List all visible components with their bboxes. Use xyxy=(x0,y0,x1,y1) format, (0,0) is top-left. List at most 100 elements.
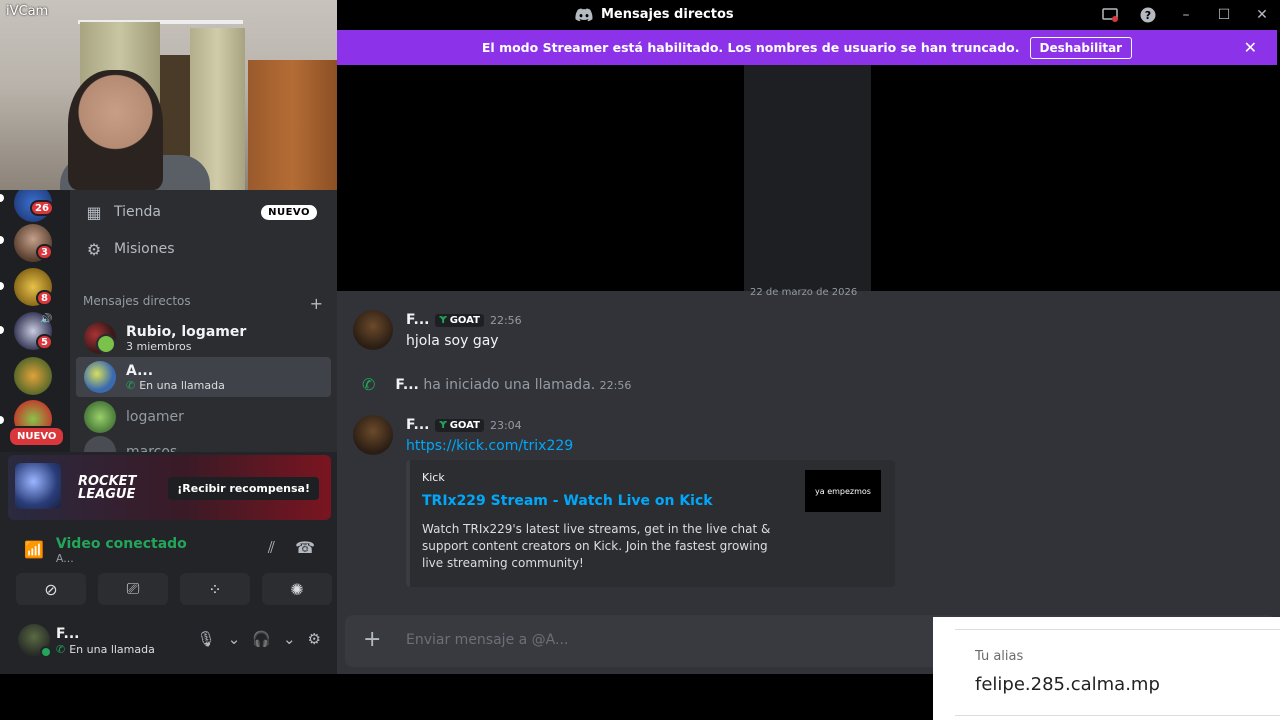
chevron-down-icon[interactable]: ⌄ xyxy=(228,630,241,648)
message-text: hjola soy gay xyxy=(406,333,499,349)
soundboard-icon: ✺ xyxy=(290,579,304,599)
title-center: Mensajes directos xyxy=(575,7,734,22)
alias-label: Tu alias xyxy=(975,649,1024,664)
alias-popup: Tu alias felipe.285.calma.mp xyxy=(933,617,1280,720)
settings-gear-icon[interactable]: ⚙ xyxy=(308,630,321,648)
dm-item[interactable]: logamer xyxy=(76,397,331,437)
server-badge-3: 8 xyxy=(36,290,53,306)
background-door xyxy=(248,60,337,190)
server-icon-5[interactable] xyxy=(14,357,52,395)
link-embed: Kick TRIx229 Stream - Watch Live on Kick… xyxy=(406,460,895,587)
person-head xyxy=(68,70,163,190)
camera-off-icon: ⊘ xyxy=(44,579,58,599)
user-panel: F... ✆ En una llamada 🎙 ⌄ 🎧 ⌄ ⚙ xyxy=(0,610,337,674)
dm-call-status: ✆ En una llamada xyxy=(126,379,225,392)
goat-tag: Ɏ GOAT xyxy=(435,313,484,327)
message-author[interactable]: F... xyxy=(406,417,429,433)
close-window-icon[interactable]: ✕ xyxy=(1252,5,1272,25)
banner-close-icon[interactable]: ✕ xyxy=(1244,38,1257,57)
voice-actions: ⫽ ☎ xyxy=(268,538,315,558)
discord-window: iVCam Mensajes directos ? – ☐ ✕ El modo … xyxy=(0,0,1280,720)
voice-title[interactable]: Video conectado xyxy=(56,536,187,552)
dm-item-group[interactable]: Rubio, logamer 3 miembros xyxy=(76,318,331,358)
screen-share-button[interactable]: ⎚ xyxy=(98,573,168,605)
server-badge-4: 5 xyxy=(36,334,53,350)
disconnect-icon[interactable]: ☎ xyxy=(295,538,315,558)
title-bar: Mensajes directos ? – ☐ ✕ xyxy=(337,0,1280,30)
embed-provider[interactable]: Kick xyxy=(422,471,445,484)
claim-reward-button[interactable]: ¡Recibir recompensa! xyxy=(168,477,319,500)
user-name: F... xyxy=(56,626,80,642)
video-tile[interactable] xyxy=(744,65,871,291)
divider xyxy=(955,629,1280,630)
activities-button[interactable]: ⁘ xyxy=(180,573,250,605)
chevron-down-icon[interactable]: ⌄ xyxy=(283,630,296,648)
create-dm-icon[interactable]: + xyxy=(310,294,323,313)
dm-name: marcos xyxy=(126,444,178,452)
tag-icon: Ɏ xyxy=(439,419,447,431)
attach-plus-icon[interactable]: + xyxy=(363,627,381,652)
server-badge-2: 3 xyxy=(36,244,53,260)
message-author[interactable]: F... xyxy=(406,312,429,328)
dm-sub: 3 miembros xyxy=(126,339,192,353)
promo-logo: ROCKET LEAGUE xyxy=(78,475,136,501)
dm-avatar xyxy=(84,361,116,393)
window-title: Mensajes directos xyxy=(601,7,734,22)
noise-suppression-icon[interactable]: ⫽ xyxy=(268,538,275,558)
nav-store-label: Tienda xyxy=(114,204,161,220)
system-author[interactable]: F... xyxy=(395,377,418,393)
phone-icon: ✆ xyxy=(56,643,66,656)
microphone-icon[interactable]: 🎙 xyxy=(197,630,216,648)
embed-thumbnail[interactable]: ya empezmos xyxy=(805,470,881,512)
server-unread-pill xyxy=(0,194,4,202)
headphones-icon[interactable]: 🎧 xyxy=(252,630,271,648)
system-timestamp: 22:56 xyxy=(599,378,632,392)
message-link[interactable]: https://kick.com/trix229 xyxy=(406,438,573,454)
message-header: F... Ɏ GOAT 23:04 xyxy=(406,417,522,433)
nav-quests-label: Misiones xyxy=(114,241,175,257)
group-avatar xyxy=(84,322,116,354)
dm-section-header: Mensajes directos + xyxy=(83,294,323,313)
banner-text: El modo Streamer está habilitado. Los no… xyxy=(481,40,1020,55)
voice-connection: 📶 Video conectado A... xyxy=(24,536,187,565)
server-unread-pill xyxy=(0,282,4,290)
dm-item[interactable]: marcos xyxy=(76,432,331,452)
webcam-label: iVCam xyxy=(6,4,49,19)
message-input[interactable]: Enviar mensaje a @A... xyxy=(406,632,568,648)
nav-quests[interactable]: ⚙ Misiones xyxy=(84,239,175,259)
dm-sidebar: ▦ Tienda NUEVO ⚙ Misiones Mensajes direc… xyxy=(70,190,337,452)
screen-share-status-icon[interactable] xyxy=(1100,5,1120,25)
help-icon[interactable]: ? xyxy=(1138,5,1158,25)
dm-item-active[interactable]: A... ✆ En una llamada xyxy=(76,357,331,397)
nav-store[interactable]: ▦ Tienda xyxy=(84,202,161,222)
phone-icon: ✆ xyxy=(126,378,136,392)
camera-off-button[interactable]: ⊘ xyxy=(16,573,86,605)
embed-title[interactable]: TRIx229 Stream - Watch Live on Kick xyxy=(422,493,713,509)
voice-buttons: ⊘ ⎚ ⁘ ✺ xyxy=(16,573,332,605)
svg-text:?: ? xyxy=(1145,9,1151,22)
maximize-icon[interactable]: ☐ xyxy=(1214,5,1234,25)
dm-name: Rubio, logamer xyxy=(126,323,247,340)
goat-tag: Ɏ GOAT xyxy=(435,418,484,432)
soundboard-button[interactable]: ✺ xyxy=(262,573,332,605)
message-header: F... Ɏ GOAT 22:56 xyxy=(406,312,522,328)
promo-banner[interactable]: ROCKET LEAGUE ¡Recibir recompensa! xyxy=(8,455,331,520)
activities-icon: ⁘ xyxy=(208,579,222,599)
date-divider: 22 de marzo de 2026 xyxy=(750,287,858,298)
alias-value[interactable]: felipe.285.calma.mp xyxy=(975,674,1160,695)
screen-share-icon: ⎚ xyxy=(126,579,140,598)
signal-icon: 📶 xyxy=(24,540,44,559)
online-status-dot xyxy=(40,646,52,658)
minimize-icon[interactable]: – xyxy=(1176,5,1196,25)
message-avatar[interactable] xyxy=(353,415,393,455)
message-avatar[interactable] xyxy=(353,310,393,350)
system-message: ✆ F... ha iniciado una llamada. 22:56 xyxy=(362,375,631,394)
message-timestamp: 23:04 xyxy=(489,418,522,432)
disable-streamer-button[interactable]: Deshabilitar xyxy=(1029,36,1133,59)
dm-avatar xyxy=(84,436,116,452)
dm-section-title: Mensajes directos xyxy=(83,294,191,308)
store-icon: ▦ xyxy=(86,202,102,222)
video-call-area xyxy=(337,65,1280,291)
server-unread-pill xyxy=(0,326,4,334)
server-new-badge: NUEVO xyxy=(8,426,66,447)
